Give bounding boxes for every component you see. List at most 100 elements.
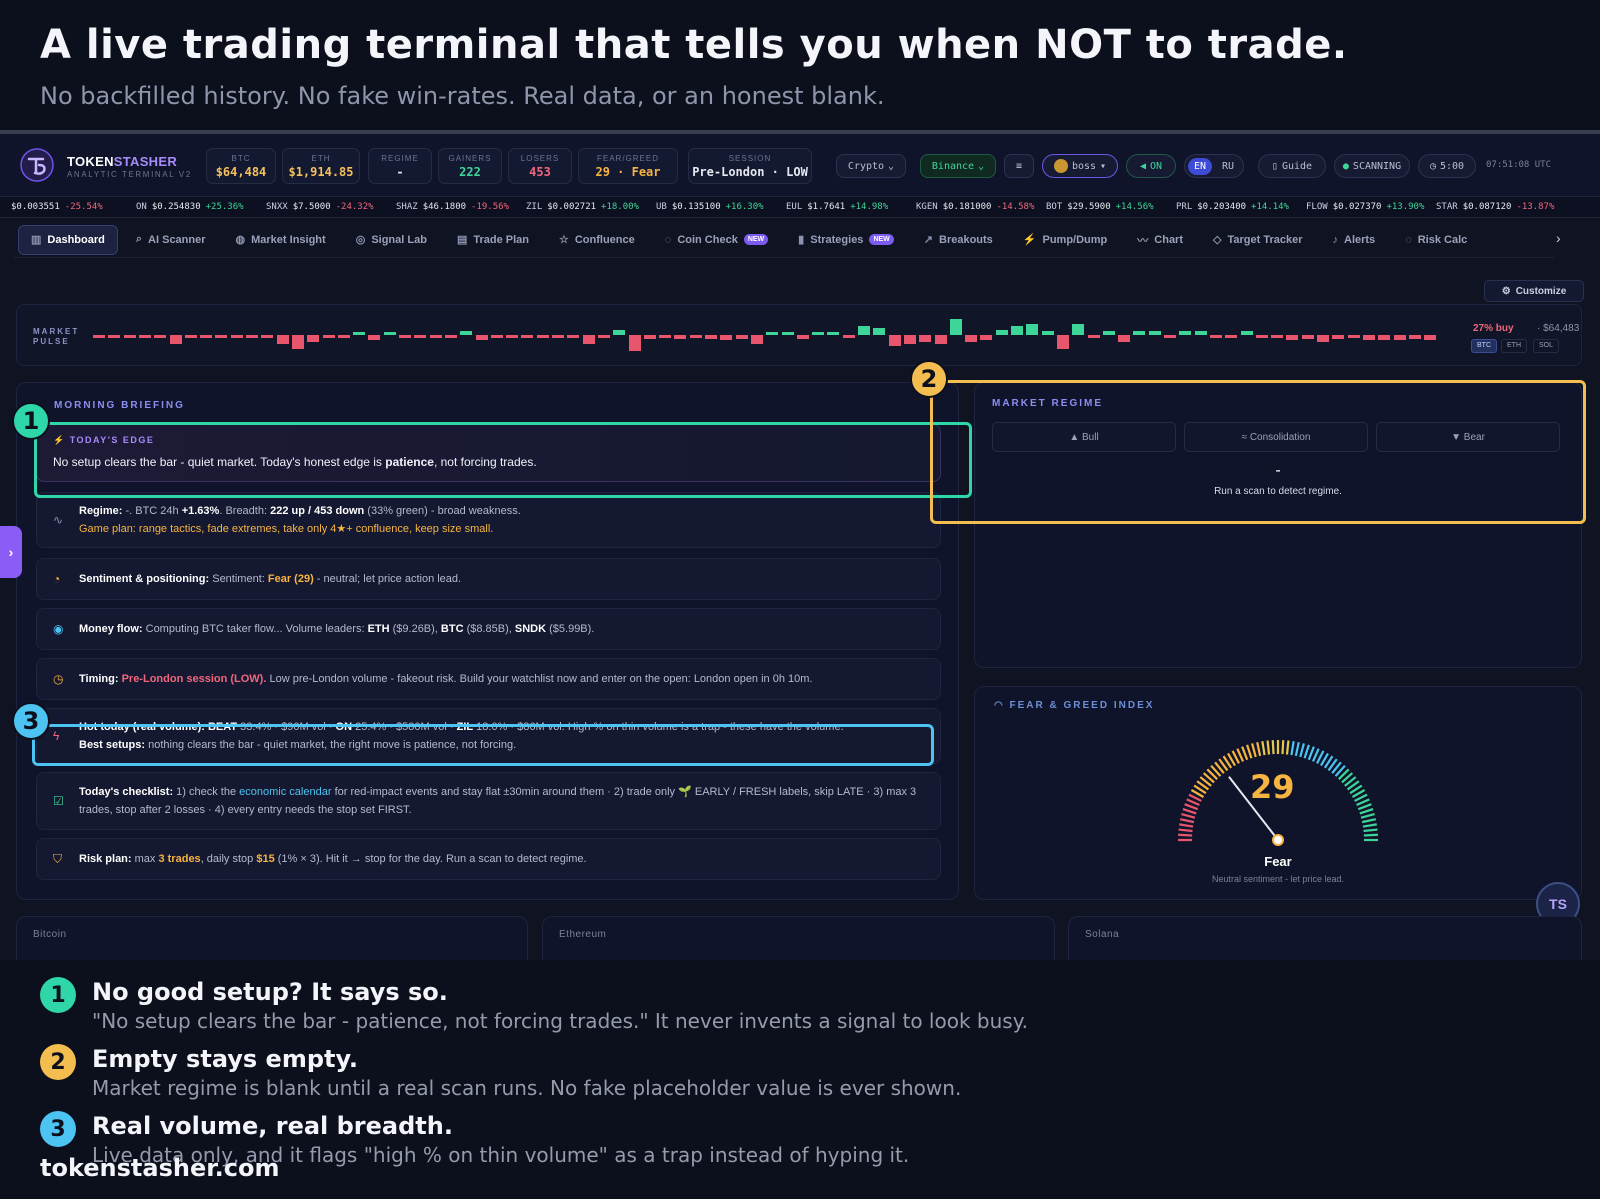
money-flow-label: Money flow:: [79, 623, 143, 635]
pulse-bar: [414, 335, 427, 338]
tab-label: Target Tracker: [1227, 233, 1303, 246]
pulse-coin-eth[interactable]: ETH: [1501, 339, 1527, 353]
guide-label: Guide: [1281, 160, 1313, 172]
tab-icon: ▮: [798, 234, 805, 246]
tab-trade-plan[interactable]: ▤ Trade Plan: [445, 225, 541, 255]
tab-breakouts[interactable]: ↗ Breakouts: [912, 225, 1005, 255]
tab-target-tracker[interactable]: ◇ Target Tracker: [1201, 225, 1314, 255]
pulse-bar: [1271, 335, 1284, 338]
coin-card-bitcoin[interactable]: Bitcoin: [16, 916, 528, 960]
menu-button[interactable]: ≡: [1004, 154, 1034, 178]
stat-label: REGIME: [381, 154, 419, 163]
pulse-bar: [995, 329, 1008, 335]
guide-button[interactable]: ▯ Guide: [1258, 154, 1326, 178]
pulse-coin-btc[interactable]: BTC: [1471, 339, 1497, 353]
pulse-bar: [184, 335, 197, 338]
ticker-price: $1.7641: [807, 202, 846, 212]
tab-market-insight[interactable]: ◍ Market Insight: [224, 225, 338, 255]
ticker-item[interactable]: PRL $0.203400 +14.14%: [1176, 202, 1289, 212]
ticker-item[interactable]: ON $0.254830 +25.36%: [136, 202, 244, 212]
logo-icon[interactable]: [20, 148, 54, 182]
pulse-bar: [842, 335, 855, 338]
pulse-bar: [337, 335, 350, 338]
gauge-tick: [1361, 818, 1377, 824]
ticker-item[interactable]: KGEN $0.181000 -14.58%: [916, 202, 1034, 212]
eye-icon: ◉: [53, 622, 64, 636]
ticker-item[interactable]: FLOW $0.027370 +13.90%: [1306, 202, 1424, 212]
tab-icon: ⚡: [1022, 234, 1037, 246]
pulse-bar: [796, 335, 809, 339]
customize-button[interactable]: ⚙ Customize: [1484, 280, 1584, 302]
tab-icon: ◇: [1213, 234, 1222, 246]
ticker-change: +13.90%: [1386, 202, 1425, 212]
new-badge: NEW: [743, 234, 769, 245]
legend-title-2: Empty stays empty.: [92, 1045, 359, 1073]
pulse-bar: [169, 335, 182, 344]
stat-value: $64,484: [215, 165, 267, 179]
timing-text: Low pre-London volume - fakeout risk. Bu…: [266, 673, 813, 685]
tab-strategies[interactable]: ▮ Strategies NEW: [786, 225, 906, 255]
stat-btc: BTC $64,484: [206, 148, 276, 184]
pulse-bar: [1041, 331, 1054, 335]
tab-coin-check[interactable]: ◌ Coin Check NEW: [653, 225, 780, 255]
tab-dashboard[interactable]: ▥ Dashboard: [18, 224, 118, 255]
tab-pump-dump[interactable]: ⚡ Pump/Dump: [1011, 225, 1119, 255]
coin-card-solana[interactable]: Solana: [1068, 916, 1582, 960]
market-select[interactable]: Crypto ⌄: [836, 154, 906, 178]
checkbox-icon: ☑: [53, 794, 64, 808]
ticker-item[interactable]: SHAZ $46.1800 -19.56%: [396, 202, 509, 212]
money-text-4: ($5.99B).: [546, 623, 595, 635]
risk-stop: $15: [256, 853, 275, 865]
gauge-tick: [1359, 808, 1374, 815]
ticker-symbol: STAR: [1436, 202, 1458, 212]
market-pulse-label: MARKET PULSE: [33, 327, 79, 347]
brand-part-2: STASHER: [113, 154, 178, 169]
pulse-bar: [521, 335, 534, 338]
ticker-item[interactable]: SNXX $7.5000 -24.32%: [266, 202, 374, 212]
exchange-select[interactable]: Binance ⌄: [920, 154, 996, 178]
legend-desc-2: Market regime is blank until a real scan…: [92, 1076, 962, 1100]
pulse-bar: [1347, 335, 1360, 338]
pulse-bar: [1056, 335, 1069, 350]
tab-icon: ↗: [923, 234, 933, 246]
sound-toggle[interactable]: ◀ ON: [1126, 154, 1176, 178]
tab-scroll-right-button[interactable]: ›: [1556, 230, 1561, 246]
tab-confluence[interactable]: ☆ Confluence: [547, 225, 647, 255]
lang-en-button[interactable]: EN: [1187, 157, 1212, 175]
ticker-item[interactable]: BOT $29.5900 +14.56%: [1046, 202, 1154, 212]
callout-badge-3: 3: [12, 702, 50, 740]
coin-card-ethereum[interactable]: Ethereum: [542, 916, 1055, 960]
tab-signal-lab[interactable]: ◎ Signal Lab: [344, 225, 439, 255]
pulse-coin-sol[interactable]: SOL: [1533, 339, 1560, 353]
ticker-item[interactable]: EUL $1.7641 +14.98%: [786, 202, 888, 212]
tab-ai-scanner[interactable]: ⌕ AI Scanner: [124, 225, 218, 255]
lang-ru-button[interactable]: RU: [1216, 158, 1240, 175]
ticker-item[interactable]: UB $0.135100 +16.30%: [656, 202, 764, 212]
tab-risk-calc[interactable]: ◌ Risk Calc: [1393, 225, 1479, 255]
tab-label: Trade Plan: [473, 233, 529, 246]
tab-alerts[interactable]: ♪ Alerts: [1321, 225, 1388, 255]
sentiment-text-1: Sentiment:: [209, 573, 268, 585]
pulse-bar: [919, 335, 932, 343]
risk-trades: 3 trades: [158, 853, 201, 865]
callout-badge-2: 2: [910, 360, 948, 398]
pulse-bar: [230, 335, 243, 338]
tab-label: Confluence: [574, 233, 635, 246]
ticker-item[interactable]: STAR $0.087120 -13.87%: [1436, 202, 1554, 212]
sidebar-expand-button[interactable]: ›: [0, 526, 22, 578]
gauge-tick: [1184, 803, 1199, 811]
scan-timer[interactable]: ◷ 5:00: [1418, 154, 1476, 178]
ticker-item[interactable]: $0.003551 -25.54%: [6, 202, 103, 212]
new-badge: NEW: [869, 234, 894, 245]
user-menu[interactable]: boss ▾: [1042, 154, 1118, 178]
pulse-bar: [1362, 335, 1375, 341]
pulse-bar: [1026, 324, 1039, 335]
ticker-item[interactable]: ZIL $0.002721 +18.00%: [526, 202, 639, 212]
pulse-bar: [490, 335, 503, 338]
pulse-bar: [720, 335, 733, 341]
tab-icon: ☆: [558, 234, 569, 246]
pulse-bar: [597, 335, 610, 338]
pulse-bar: [888, 335, 901, 346]
tab-chart[interactable]: 〰 Chart: [1125, 225, 1195, 255]
economic-calendar-link[interactable]: economic calendar: [239, 786, 331, 798]
